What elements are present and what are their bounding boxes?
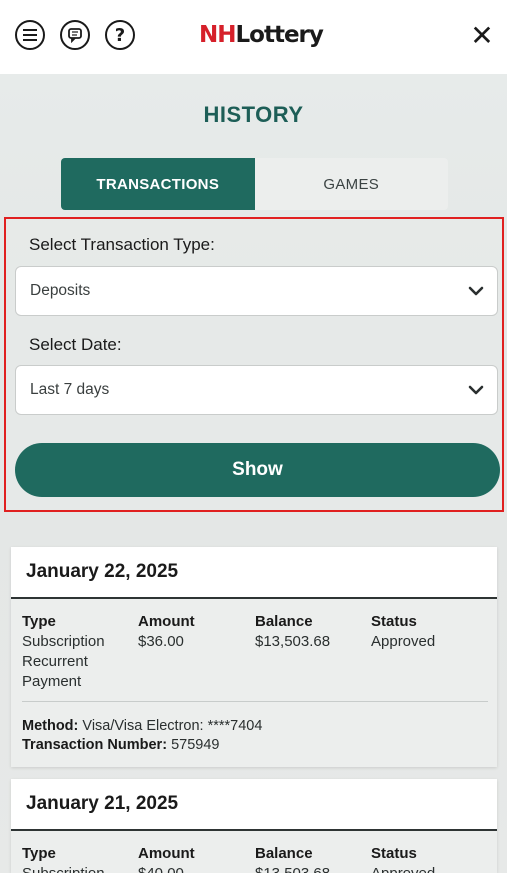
chat-icon[interactable] xyxy=(60,20,90,50)
type-value-line1: Subscription xyxy=(22,633,105,650)
type-header: Type xyxy=(22,613,56,630)
status-header: Status xyxy=(371,613,417,630)
filter-panel: Select Transaction Type: Deposits Select… xyxy=(4,217,504,512)
balance-column: Balance $13,503.68 xyxy=(255,844,330,873)
method-label: Method: xyxy=(22,718,79,734)
transaction-details: Type Subscription Recurrent Payment Amou… xyxy=(11,599,497,767)
amount-header: Amount xyxy=(138,845,195,862)
transaction-card: January 22, 2025 Type Subscription Recur… xyxy=(11,547,497,767)
amount-header: Amount xyxy=(138,613,195,630)
chevron-down-icon xyxy=(468,385,484,395)
balance-column: Balance $13,503.68 xyxy=(255,612,330,652)
tab-games[interactable]: GAMES xyxy=(254,158,448,210)
tab-transactions[interactable]: TRANSACTIONS xyxy=(61,158,255,210)
type-value-line3: Payment xyxy=(22,673,82,690)
balance-value: $13,503.68 xyxy=(255,864,330,873)
status-value: Approved xyxy=(371,633,436,650)
method-line: Method: Visa/Visa Electron: ****7404 xyxy=(22,717,262,736)
logo-lottery: Lottery xyxy=(235,22,324,48)
type-column: Type Subscription xyxy=(22,844,105,873)
type-header: Type xyxy=(22,845,56,862)
show-button[interactable]: Show xyxy=(15,443,500,497)
transaction-number-label: Transaction Number: xyxy=(22,737,168,753)
amount-column: Amount $40.00 xyxy=(138,844,195,873)
transaction-type-select[interactable]: Deposits xyxy=(15,266,498,316)
type-value-line1: Subscription xyxy=(22,864,105,873)
type-value-line2: Recurrent xyxy=(22,653,88,670)
hamburger-icon xyxy=(23,29,37,41)
transaction-card: January 21, 2025 Type Subscription Amoun… xyxy=(11,779,497,873)
status-value: Approved xyxy=(371,864,435,873)
nh-lottery-logo[interactable]: NHLottery xyxy=(199,22,324,48)
transaction-details: Type Subscription Amount $40.00 Balance … xyxy=(11,831,497,873)
logo-nh: NH xyxy=(199,22,236,48)
history-tabs: TRANSACTIONS GAMES xyxy=(61,158,448,210)
divider xyxy=(22,701,488,702)
transaction-date: January 22, 2025 xyxy=(11,547,497,599)
transaction-number-value: 575949 xyxy=(171,737,220,753)
chat-bubble-icon xyxy=(68,28,82,43)
transaction-type-label: Select Transaction Type: xyxy=(29,235,215,254)
transaction-date: January 21, 2025 xyxy=(11,779,497,831)
date-label: Select Date: xyxy=(29,335,122,354)
transaction-type-value: Deposits xyxy=(30,282,91,299)
top-bar: ? NHLottery ✕ xyxy=(0,0,507,74)
date-select[interactable]: Last 7 days xyxy=(15,365,498,415)
amount-value: $40.00 xyxy=(138,864,195,873)
method-value: Visa/Visa Electron: ****7404 xyxy=(82,718,263,734)
type-column: Type Subscription Recurrent Payment xyxy=(22,612,105,692)
date-value: Last 7 days xyxy=(30,381,110,398)
status-column: Status Approved xyxy=(371,612,435,652)
balance-value: $13,503.68 xyxy=(255,633,331,650)
balance-header: Balance xyxy=(255,613,313,630)
help-icon[interactable]: ? xyxy=(105,20,135,50)
page-title: HISTORY xyxy=(203,102,304,127)
status-column: Status Approved xyxy=(371,844,435,873)
close-icon[interactable]: ✕ xyxy=(465,18,499,52)
status-header: Status xyxy=(371,845,417,862)
amount-value: $36.00 xyxy=(138,633,184,650)
chevron-down-icon xyxy=(468,286,484,296)
amount-column: Amount $36.00 xyxy=(138,612,195,652)
help-label: ? xyxy=(114,24,126,46)
menu-icon[interactable] xyxy=(15,20,45,50)
balance-header: Balance xyxy=(255,845,313,862)
transaction-number-line: Transaction Number: 575949 xyxy=(22,736,219,755)
